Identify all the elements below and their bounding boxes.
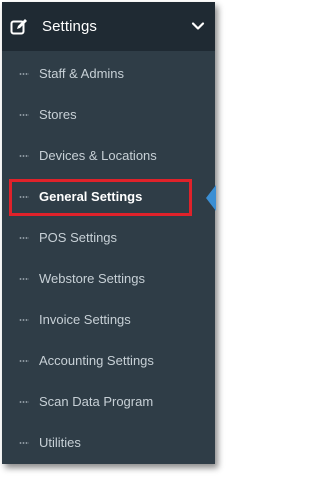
menu-item-label: Staff & Admins xyxy=(39,66,125,81)
menu-item-label: Devices & Locations xyxy=(39,148,157,163)
menu-item-utilities[interactable]: Utilities xyxy=(2,422,215,463)
menu-item-label: Scan Data Program xyxy=(39,394,154,409)
dots-icon xyxy=(19,400,29,403)
menu-item-label: Accounting Settings xyxy=(39,353,154,368)
dots-icon xyxy=(19,236,29,239)
menu-item-general-settings[interactable]: General Settings xyxy=(2,176,215,217)
dots-icon xyxy=(19,113,29,116)
menu-item-label: Utilities xyxy=(39,435,81,450)
menu-item-label: General Settings xyxy=(39,189,143,204)
dots-icon xyxy=(19,318,29,321)
active-item-pointer xyxy=(206,185,216,211)
chevron-down-icon[interactable] xyxy=(191,19,205,33)
edit-icon xyxy=(10,18,28,36)
dots-icon xyxy=(19,277,29,280)
dots-icon xyxy=(19,72,29,75)
menu-item-webstore-settings[interactable]: Webstore Settings xyxy=(2,258,215,299)
menu-item-accounting-settings[interactable]: Accounting Settings xyxy=(2,340,215,381)
menu-item-pos-settings[interactable]: POS Settings xyxy=(2,217,215,258)
dots-icon xyxy=(19,359,29,362)
dots-icon xyxy=(19,195,29,198)
menu-item-scan-data-program[interactable]: Scan Data Program xyxy=(2,381,215,422)
menu-item-invoice-settings[interactable]: Invoice Settings xyxy=(2,299,215,340)
menu-item-label: Invoice Settings xyxy=(39,312,131,327)
menu-item-devices-locations[interactable]: Devices & Locations xyxy=(2,135,215,176)
menu-item-stores[interactable]: Stores xyxy=(2,94,215,135)
menu-item-label: POS Settings xyxy=(39,230,118,245)
menu-item-label: Stores xyxy=(39,107,77,122)
menu-item-staff-admins[interactable]: Staff & Admins xyxy=(2,53,215,94)
settings-menu-header[interactable]: Settings xyxy=(2,2,215,51)
settings-menu-title: Settings xyxy=(42,18,97,35)
dots-icon xyxy=(19,154,29,157)
settings-sidebar: Settings Staff & Admins Stores Devices &… xyxy=(2,2,216,464)
menu-item-label: Webstore Settings xyxy=(39,271,145,286)
dots-icon xyxy=(19,441,29,444)
